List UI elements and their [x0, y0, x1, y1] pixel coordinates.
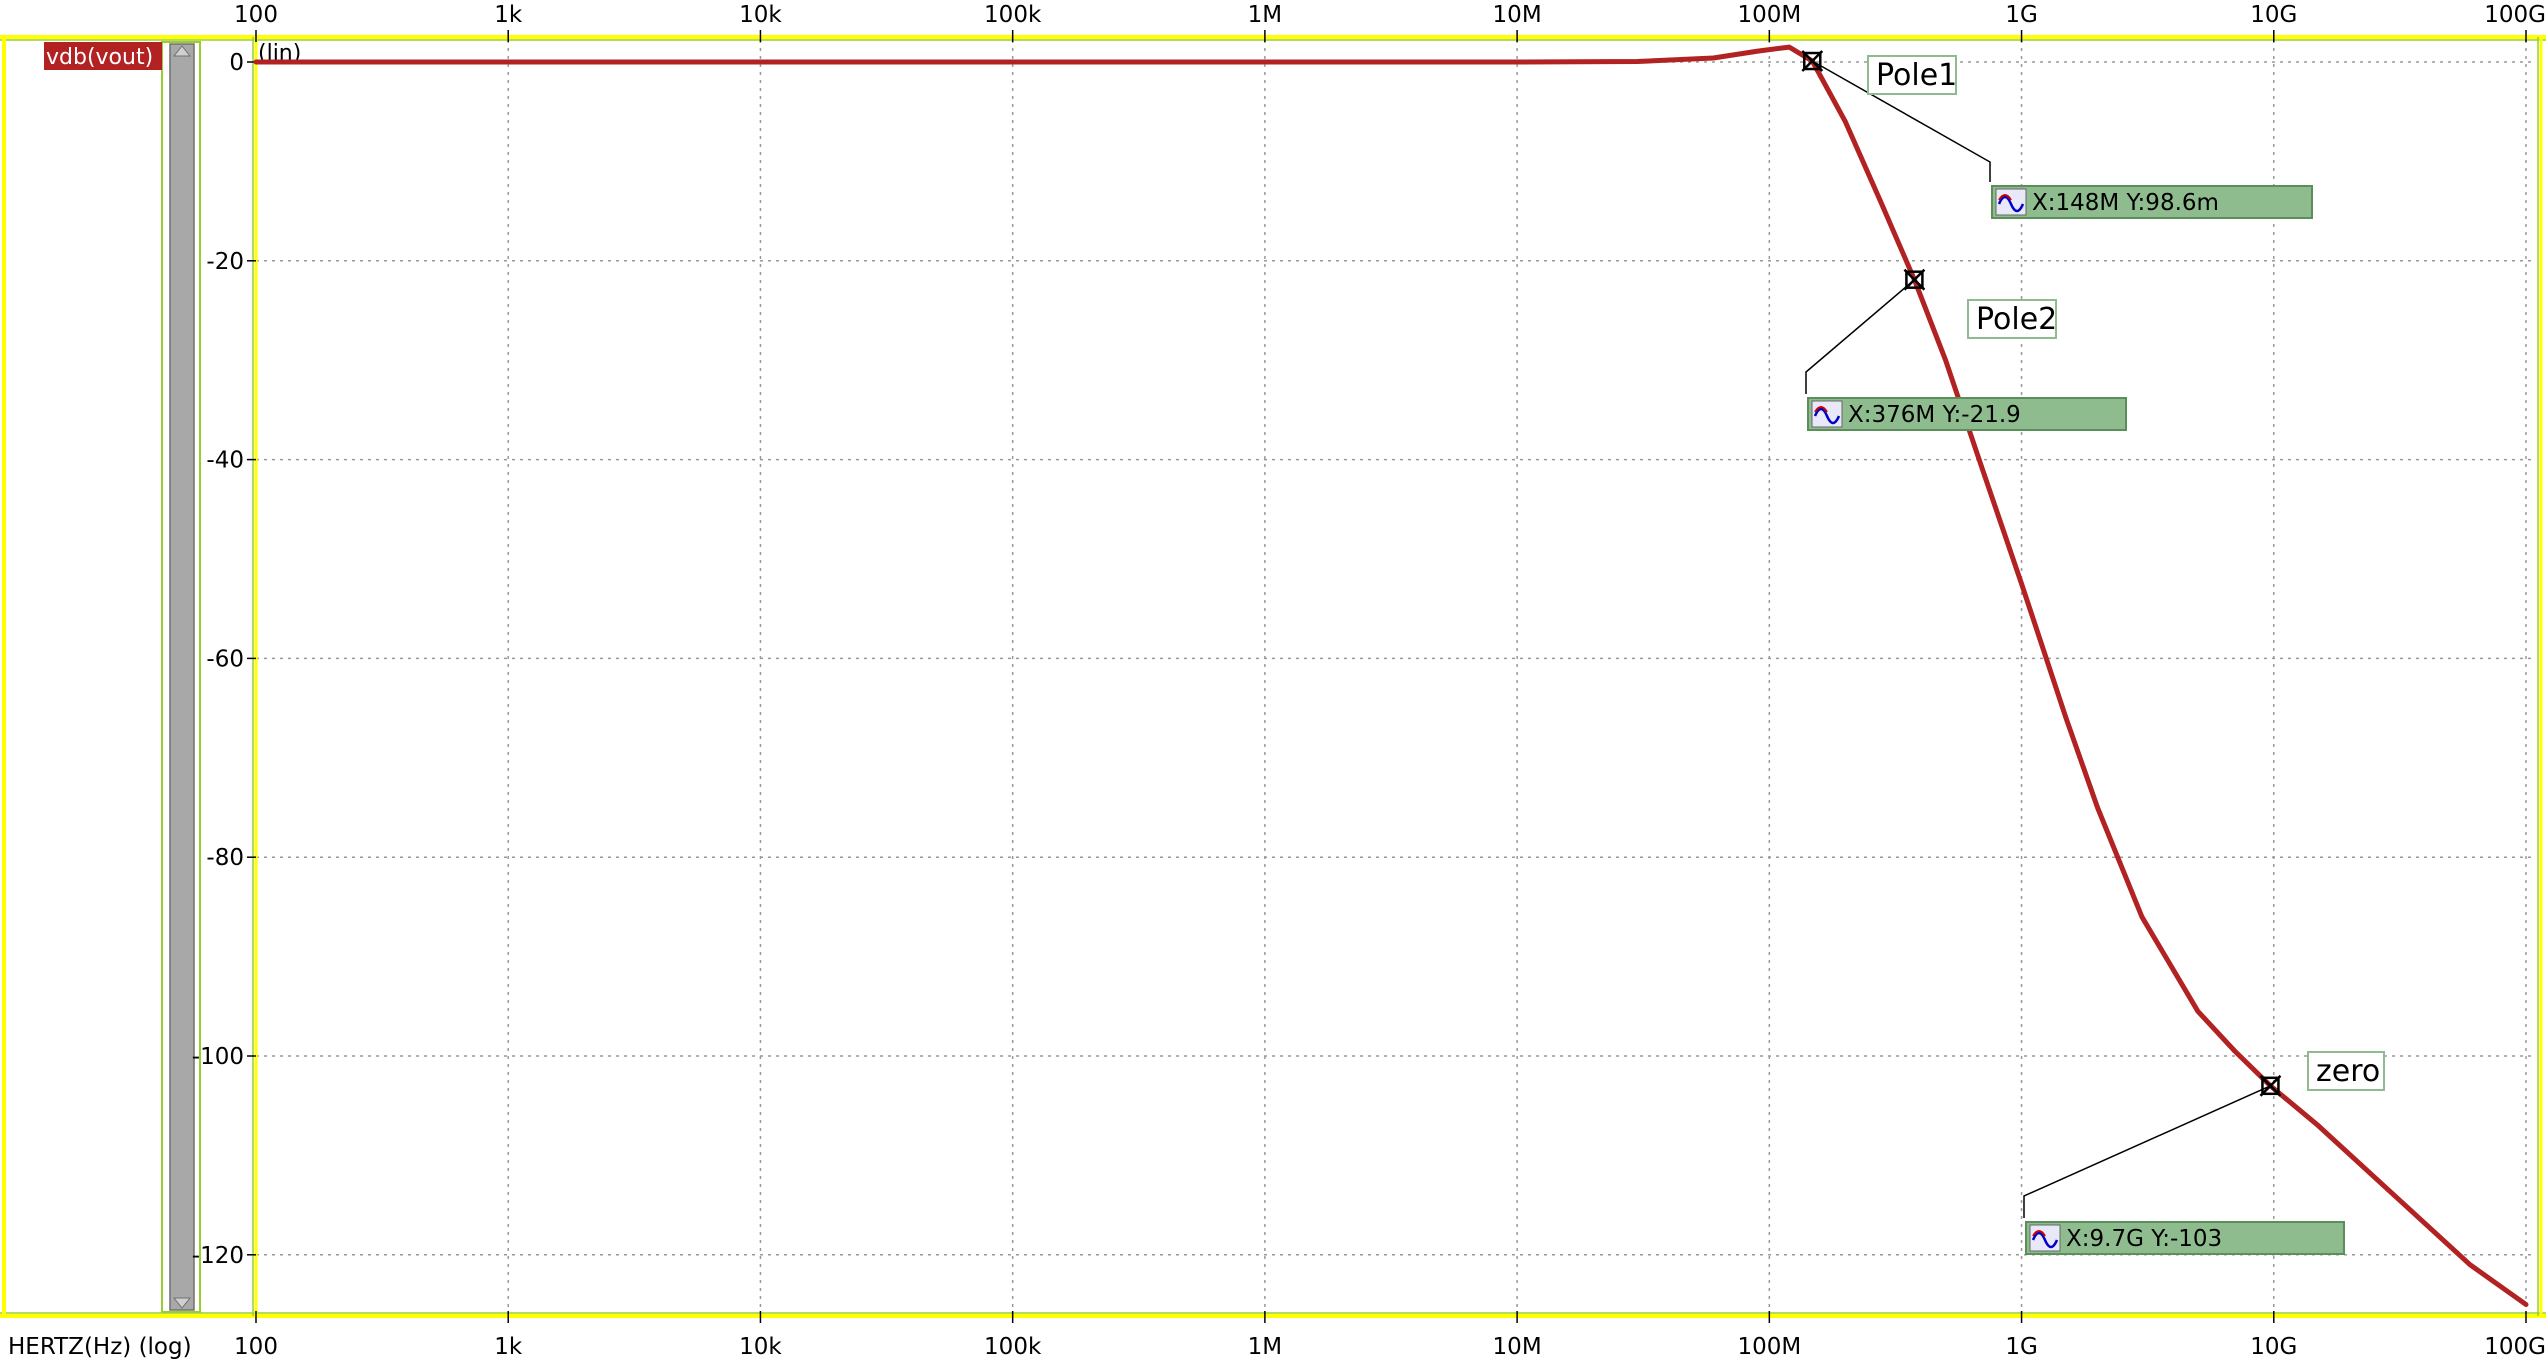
- x-tick-label-bottom: 10M: [1493, 1334, 1542, 1360]
- y-tick-label: -80: [206, 845, 244, 871]
- x-tick-label-bottom: 10k: [739, 1334, 782, 1360]
- waveform-plot[interactable]: vdb(vout) (lin) HERTZ(Hz) (log) 100 1k 10k…: [0, 0, 2546, 1360]
- y-tick-label: -20: [206, 249, 244, 275]
- x-tick-label-bottom: 1M: [1248, 1334, 1282, 1360]
- signal-badge[interactable]: vdb(vout): [44, 42, 162, 70]
- y-tick-label: -100: [192, 1044, 244, 1070]
- marker-label: Pole1: [1876, 58, 1957, 93]
- y-tick-label: 0: [229, 50, 244, 76]
- y-tick-label: -60: [206, 646, 244, 672]
- marker-readout: X:148M Y:98.6m: [2032, 190, 2219, 216]
- marker-readout: X:9.7G Y:-103: [2066, 1226, 2222, 1252]
- x-tick-label-top: 1M: [1248, 2, 1282, 28]
- x-tick-label-bottom: 1G: [2005, 1334, 2037, 1360]
- x-axis-label: HERTZ(Hz) (log): [8, 1334, 192, 1360]
- x-tick-label-bottom: 10G: [2250, 1334, 2297, 1360]
- x-tick-label-top: 1G: [2005, 2, 2037, 28]
- x-tick-label-top: 100G: [2484, 2, 2546, 28]
- x-tick-label-bottom: 100G: [2484, 1334, 2546, 1360]
- x-tick-label-top: 1k: [494, 2, 523, 28]
- x-tick-label-bottom: 100: [234, 1334, 278, 1360]
- x-tick-label-top: 10M: [1493, 2, 1542, 28]
- y-tick-label: -120: [192, 1243, 244, 1269]
- x-tick-label-bottom: 100M: [1737, 1334, 1801, 1360]
- vertical-scrollbar[interactable]: [161, 41, 201, 1313]
- x-tick-label-top: 10k: [739, 2, 782, 28]
- x-tick-label-bottom: 100k: [984, 1334, 1042, 1360]
- x-tick-label-top: 100: [234, 2, 278, 28]
- marker-readout: X:376M Y:-21.9: [1848, 402, 2021, 428]
- x-tick-label-top: 100M: [1737, 2, 1801, 28]
- scrollbar-thumb[interactable]: [169, 43, 195, 1311]
- x-tick-label-top: 10G: [2250, 2, 2297, 28]
- marker-label: Pole2: [1976, 302, 2057, 337]
- marker-label: zero: [2316, 1054, 2380, 1089]
- y-tick-label: -40: [206, 448, 244, 474]
- signal-badge-text: vdb(vout): [46, 45, 153, 70]
- x-tick-label-bottom: 1k: [494, 1334, 523, 1360]
- x-tick-label-top: 100k: [984, 2, 1042, 28]
